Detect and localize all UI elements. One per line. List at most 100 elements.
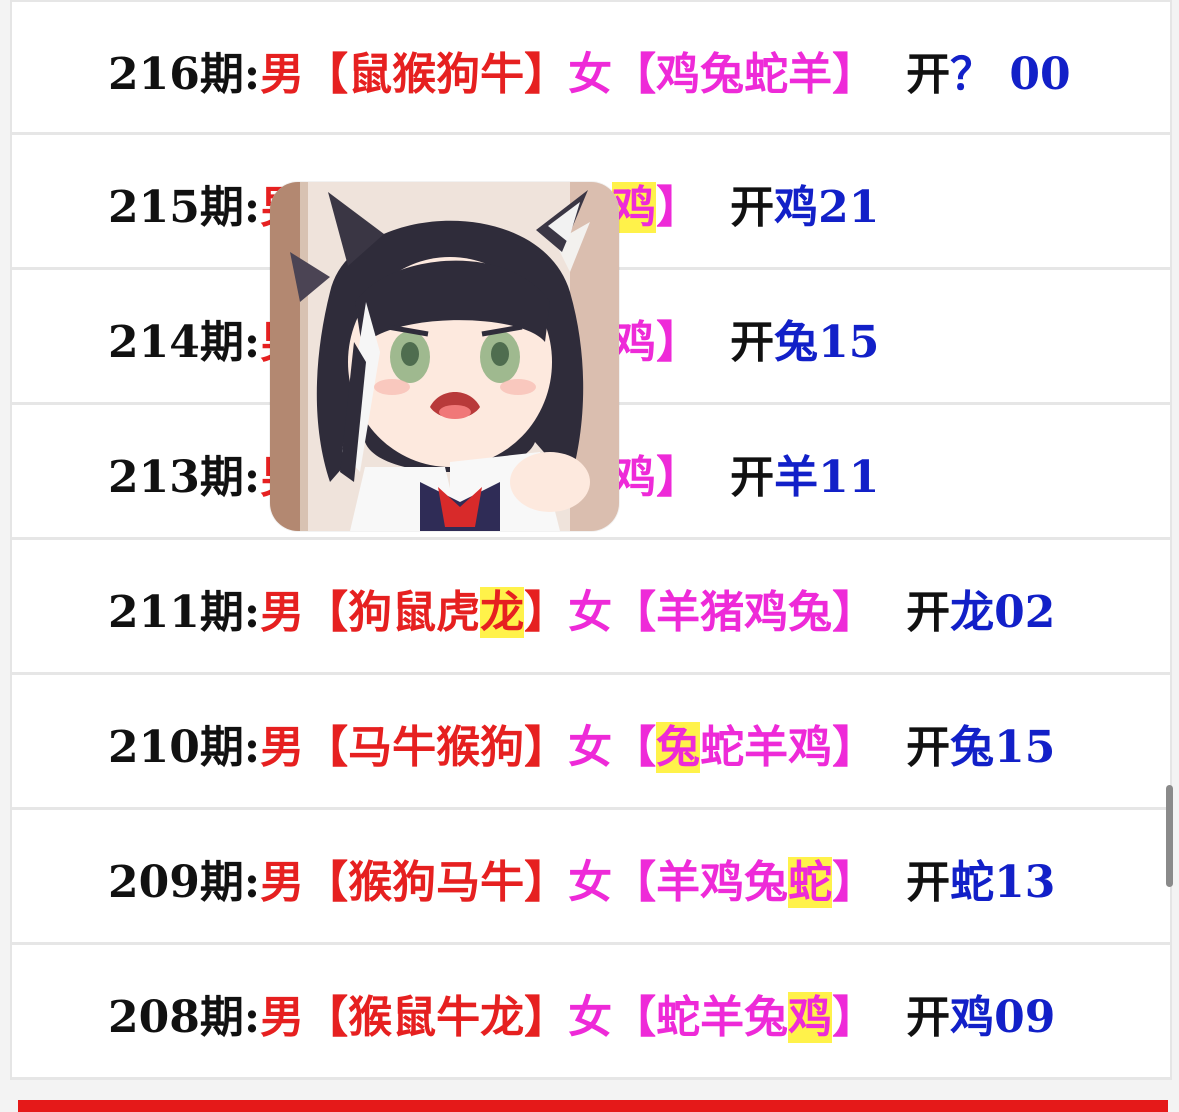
result-value: 兔15 — [950, 722, 1056, 773]
open-label: 开 — [906, 49, 951, 100]
male-zodiac: 猴 — [436, 722, 481, 773]
bracket-open: 【 — [304, 857, 349, 908]
row-line: 208期:男【猴鼠牛龙】女【蛇羊兔鸡】 开鸡09 — [108, 981, 1055, 1045]
bracket-close: 】 — [832, 587, 877, 638]
bracket-open: 【 — [612, 722, 657, 773]
female-zodiac: 鸡 — [788, 722, 833, 773]
bracket-open: 【 — [304, 992, 349, 1043]
row-line: 211期:男【狗鼠虎龙】女【羊猪鸡兔】 开龙02 — [108, 576, 1055, 640]
issue-number: 215期: — [108, 182, 261, 233]
male-zodiac: 猴 — [392, 49, 437, 100]
footer-red-bar — [18, 1100, 1168, 1112]
female-zodiac: 羊 — [656, 587, 701, 638]
male-zodiac: 鼠 — [392, 992, 437, 1043]
bracket-close: 】 — [832, 992, 877, 1043]
bracket-close: 】 — [524, 587, 569, 638]
issue-number: 209期: — [108, 857, 261, 908]
female-zodiac: 蛇 — [700, 722, 745, 773]
female-label: 女 — [568, 857, 613, 908]
bracket-close: 】 — [656, 182, 701, 233]
result-value: 羊11 — [774, 452, 880, 503]
scrollbar-thumb[interactable] — [1166, 785, 1173, 887]
bracket-close: 】 — [524, 722, 569, 773]
anime-sticker-image — [270, 182, 619, 531]
female-zodiac: 羊 — [656, 857, 701, 908]
bracket-open: 【 — [612, 49, 657, 100]
female-zodiac: 兔 — [744, 857, 789, 908]
male-zodiac: 马 — [348, 722, 393, 773]
bracket-close: 】 — [656, 317, 701, 368]
bracket-open: 【 — [612, 992, 657, 1043]
male-zodiac: 狗 — [348, 587, 393, 638]
female-zodiac: 羊 — [700, 992, 745, 1043]
issue-number: 210期: — [108, 722, 261, 773]
female-label: 女 — [568, 722, 613, 773]
result-value: 鸡09 — [950, 992, 1056, 1043]
female-zodiac: 羊 — [744, 722, 789, 773]
female-zodiac: 蛇 — [788, 857, 833, 908]
open-label: 开 — [906, 722, 951, 773]
male-zodiac: 狗 — [436, 49, 481, 100]
issue-number: 214期: — [108, 317, 261, 368]
result-value: ？ 00 — [950, 49, 1071, 100]
male-zodiac: 猴 — [348, 992, 393, 1043]
bracket-open: 【 — [612, 857, 657, 908]
table-row: 216期:男【鼠猴狗牛】女【鸡兔蛇羊】 开？ 00 — [12, 0, 1170, 135]
male-zodiac: 牛 — [436, 992, 481, 1043]
male-label: 男 — [260, 857, 305, 908]
bracket-open: 【 — [304, 587, 349, 638]
male-label: 男 — [260, 587, 305, 638]
female-zodiac: 鸡 — [700, 857, 745, 908]
male-zodiac: 龙 — [480, 992, 525, 1043]
table-row: 211期:男【狗鼠虎龙】女【羊猪鸡兔】 开龙02 — [12, 540, 1170, 675]
bracket-close: 】 — [832, 722, 877, 773]
row-line: 210期:男【马牛猴狗】女【兔蛇羊鸡】 开兔15 — [108, 711, 1055, 775]
result-value: 蛇13 — [950, 857, 1056, 908]
female-zodiac: 兔 — [656, 722, 701, 773]
bracket-close: 】 — [832, 49, 877, 100]
bracket-close: 】 — [656, 452, 701, 503]
table-row: 208期:男【猴鼠牛龙】女【蛇羊兔鸡】 开鸡09 — [12, 945, 1170, 1080]
open-label: 开 — [730, 182, 775, 233]
bracket-close: 】 — [524, 49, 569, 100]
open-label: 开 — [730, 452, 775, 503]
issue-number: 213期: — [108, 452, 261, 503]
male-zodiac: 猴 — [348, 857, 393, 908]
result-value: 兔15 — [774, 317, 880, 368]
male-label: 男 — [260, 992, 305, 1043]
open-label: 开 — [906, 992, 951, 1043]
female-zodiac: 鸡 — [788, 992, 833, 1043]
male-zodiac: 鼠 — [348, 49, 393, 100]
female-label: 女 — [568, 49, 613, 100]
result-value: 鸡21 — [774, 182, 880, 233]
male-zodiac: 狗 — [480, 722, 525, 773]
male-zodiac: 虎 — [436, 587, 481, 638]
open-label: 开 — [906, 857, 951, 908]
female-zodiac: 鸡 — [744, 587, 789, 638]
row-line: 209期:男【猴狗马牛】女【羊鸡兔蛇】 开蛇13 — [108, 846, 1055, 910]
table-row: 209期:男【猴狗马牛】女【羊鸡兔蛇】 开蛇13 — [12, 810, 1170, 945]
bracket-open: 【 — [304, 49, 349, 100]
female-zodiac: 兔 — [700, 49, 745, 100]
male-zodiac: 鼠 — [392, 587, 437, 638]
row-line: 216期:男【鼠猴狗牛】女【鸡兔蛇羊】 开？ 00 — [108, 38, 1071, 102]
female-zodiac: 兔 — [788, 587, 833, 638]
male-label: 男 — [260, 722, 305, 773]
female-zodiac: 羊 — [788, 49, 833, 100]
female-zodiac: 蛇 — [744, 49, 789, 100]
issue-number: 211期: — [108, 587, 261, 638]
male-zodiac: 龙 — [480, 587, 525, 638]
male-zodiac: 牛 — [480, 49, 525, 100]
bracket-close: 】 — [832, 857, 877, 908]
bracket-open: 【 — [304, 722, 349, 773]
female-label: 女 — [568, 992, 613, 1043]
open-label: 开 — [730, 317, 775, 368]
female-zodiac: 猪 — [700, 587, 745, 638]
bracket-open: 【 — [612, 587, 657, 638]
male-zodiac: 狗 — [392, 857, 437, 908]
male-zodiac: 马 — [436, 857, 481, 908]
male-zodiac: 牛 — [392, 722, 437, 773]
female-label: 女 — [568, 587, 613, 638]
female-zodiac: 蛇 — [656, 992, 701, 1043]
issue-number: 216期: — [108, 49, 261, 100]
